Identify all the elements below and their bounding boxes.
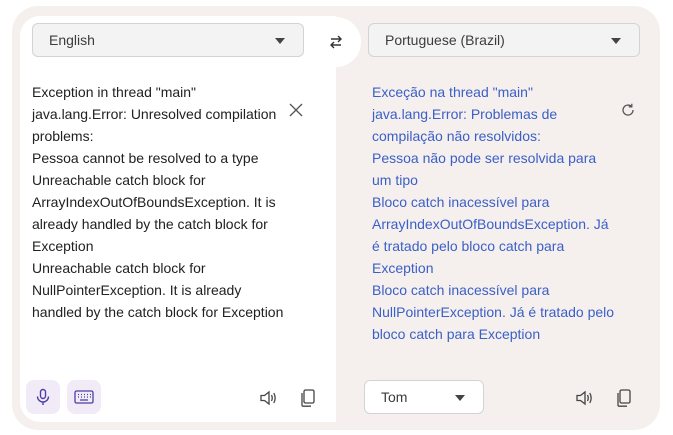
chevron-down-icon [455,395,465,401]
close-icon [289,103,303,117]
clear-text-button[interactable] [284,98,308,122]
source-language-label: English [49,32,95,48]
target-language-label: Portuguese (Brazil) [385,32,505,48]
chevron-down-icon [611,38,621,44]
refresh-icon [622,103,634,116]
speaker-icon [260,390,276,406]
source-language-select[interactable]: English [32,23,304,57]
translated-text: Exceção na thread "main" java.lang.Error… [372,84,615,342]
target-listen-button[interactable] [570,384,598,412]
speaker-icon [576,390,592,406]
chevron-down-icon [275,38,285,44]
copy-icon [301,389,315,407]
swap-arrows-icon [330,35,342,49]
target-language-select[interactable]: Portuguese (Brazil) [368,23,640,57]
target-copy-button[interactable] [610,384,638,412]
tone-select[interactable]: Tom [364,380,484,414]
keyboard-icon [74,390,94,404]
swap-languages-button[interactable] [320,26,352,58]
source-listen-button[interactable] [254,384,282,412]
microphone-button[interactable] [26,380,60,414]
copy-icon [617,389,631,407]
microphone-icon [36,388,50,405]
refresh-translation-button[interactable] [616,98,640,122]
source-text-input[interactable]: Exception in thread "main" java.lang.Err… [32,81,294,323]
tone-label: Tom [381,389,408,405]
keyboard-button[interactable] [67,380,101,414]
source-copy-button[interactable] [294,384,322,412]
